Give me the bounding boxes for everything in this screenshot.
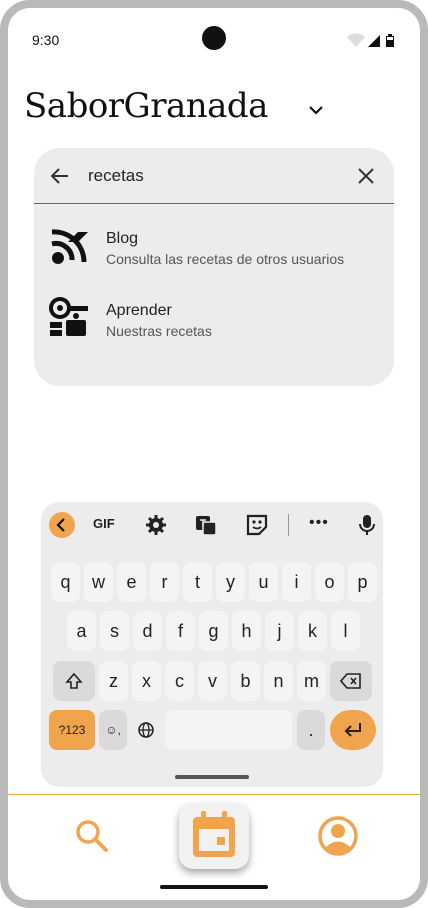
app-title: SaborGranada — [24, 86, 268, 126]
key-y[interactable]: y — [216, 562, 245, 602]
key-f[interactable]: f — [166, 611, 195, 651]
status-time: 9:30 — [32, 32, 60, 48]
enter-icon — [344, 723, 361, 737]
key-v[interactable]: v — [198, 661, 227, 701]
result-title: Blog — [106, 230, 139, 247]
key-w[interactable]: w — [84, 562, 113, 602]
backspace-key[interactable] — [330, 661, 372, 701]
chevron-left-icon — [56, 518, 65, 532]
translate-icon[interactable] — [193, 512, 219, 538]
gear-icon[interactable] — [143, 512, 169, 538]
nav-divider — [8, 794, 420, 795]
key-r[interactable]: r — [150, 562, 179, 602]
device-frame: 9:30 SaborGranada recetas Blog Consulta … — [0, 0, 428, 908]
key-m[interactable]: m — [297, 661, 326, 701]
search-panel: Blog Consulta las recetas de otros usuar… — [34, 148, 394, 386]
collapse-keyboard-button[interactable] — [49, 512, 75, 538]
search-input[interactable] — [88, 162, 338, 190]
key-x[interactable]: x — [132, 661, 161, 701]
key-c[interactable]: c — [165, 661, 194, 701]
status-icons — [347, 33, 394, 47]
keyboard-handle — [175, 775, 249, 779]
camera-cutout — [202, 26, 226, 50]
shift-key[interactable] — [53, 661, 95, 701]
home-indicator — [160, 885, 268, 889]
key-a[interactable]: a — [67, 611, 96, 651]
result-title: Aprender — [106, 302, 172, 319]
backspace-icon — [339, 673, 361, 689]
key-g[interactable]: g — [199, 611, 228, 651]
cellular-icon — [368, 35, 380, 47]
search-result-aprender[interactable]: Aprender Nuestras recetas — [34, 288, 394, 352]
key-u[interactable]: u — [249, 562, 278, 602]
key-d[interactable]: d — [133, 611, 162, 651]
search-bar — [34, 148, 394, 204]
key-i[interactable]: i — [282, 562, 311, 602]
key-p[interactable]: p — [348, 562, 377, 602]
gif-button[interactable]: GIF — [93, 516, 115, 531]
key-j[interactable]: j — [265, 611, 294, 651]
calendar-nav-button[interactable] — [179, 803, 249, 869]
toolbar-divider — [288, 514, 289, 536]
space-bar[interactable] — [165, 710, 292, 750]
close-icon[interactable] — [354, 164, 378, 188]
cooking-icon — [49, 297, 88, 336]
enter-key[interactable] — [330, 710, 376, 750]
key-n[interactable]: n — [264, 661, 293, 701]
key-t[interactable]: t — [183, 562, 212, 602]
key-q[interactable]: q — [51, 562, 80, 602]
status-bar: 9:30 — [8, 8, 420, 58]
header: SaborGranada — [24, 86, 324, 134]
globe-icon — [138, 722, 154, 738]
chevron-down-icon[interactable] — [306, 100, 326, 120]
symbols-key[interactable]: ?123 — [49, 710, 95, 750]
rss-feed-icon — [51, 229, 88, 264]
key-k[interactable]: k — [298, 611, 327, 651]
search-result-blog[interactable]: Blog Consulta las recetas de otros usuar… — [34, 216, 394, 280]
key-z[interactable]: z — [99, 661, 128, 701]
result-subtitle: Consulta las recetas de otros usuarios — [106, 251, 345, 267]
key-o[interactable]: o — [315, 562, 344, 602]
account-icon[interactable] — [316, 814, 360, 858]
more-options-button[interactable]: ••• — [309, 514, 329, 532]
on-screen-keyboard: GIF ••• qwert y u i o p a s d f g h j k … — [41, 502, 383, 787]
search-icon[interactable] — [72, 816, 112, 856]
calendar-icon — [193, 811, 235, 857]
key-l[interactable]: l — [331, 611, 360, 651]
wifi-icon — [347, 33, 365, 47]
shift-icon — [65, 672, 83, 689]
key-e[interactable]: e — [117, 562, 146, 602]
language-key[interactable] — [131, 710, 161, 750]
period-key[interactable]: . — [297, 710, 325, 750]
microphone-icon[interactable] — [354, 512, 380, 538]
key-s[interactable]: s — [100, 611, 129, 651]
emoji-key[interactable]: ☺, — [99, 710, 127, 750]
key-h[interactable]: h — [232, 611, 261, 651]
result-subtitle: Nuestras recetas — [106, 323, 212, 339]
back-arrow-icon[interactable] — [48, 164, 72, 188]
key-b[interactable]: b — [231, 661, 260, 701]
sticker-icon[interactable] — [244, 512, 270, 538]
keyboard-toolbar: GIF ••• — [41, 502, 383, 548]
